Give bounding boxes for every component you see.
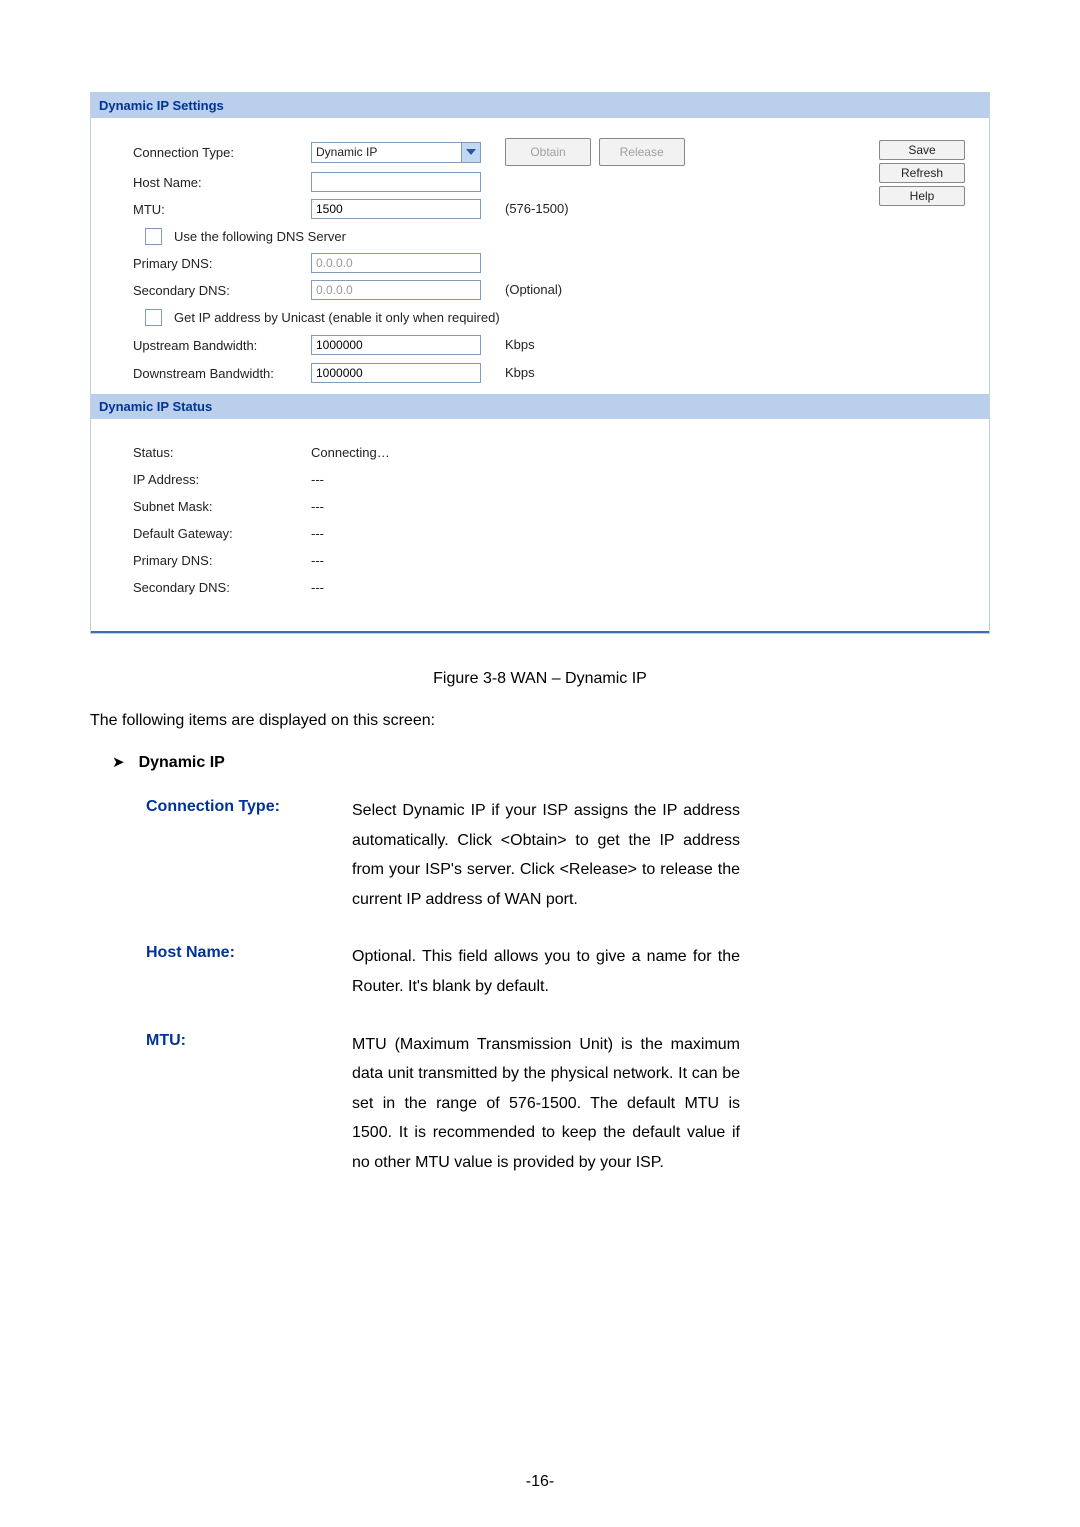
mtu-label: MTU: — [133, 202, 311, 217]
sdns-value: --- — [311, 580, 324, 595]
downstream-bw-unit: Kbps — [505, 362, 535, 384]
use-dns-checkbox[interactable] — [145, 228, 162, 245]
ip-label: IP Address: — [133, 472, 311, 487]
settings-header: Dynamic IP Settings — [91, 93, 989, 118]
primary-dns-input[interactable] — [311, 253, 481, 273]
secondary-dns-label: Secondary DNS: — [133, 283, 311, 298]
desc-text-0: Select Dynamic IP if your ISP assigns th… — [352, 796, 740, 914]
subnet-value: --- — [311, 499, 324, 514]
obtain-button[interactable]: Obtain — [505, 138, 591, 166]
desc-label-1: Host Name: — [146, 942, 344, 1001]
help-button[interactable]: Help — [879, 186, 965, 206]
status-header: Dynamic IP Status — [91, 394, 989, 419]
sdns-label: Secondary DNS: — [133, 580, 311, 595]
mtu-input[interactable] — [311, 199, 481, 219]
secondary-dns-optional: (Optional) — [505, 279, 562, 301]
pdns-value: --- — [311, 553, 324, 568]
primary-dns-label: Primary DNS: — [133, 256, 311, 271]
connection-type-value: Dynamic IP — [312, 143, 461, 162]
section-title: Dynamic IP — [139, 754, 225, 772]
status-value: Connecting… — [311, 445, 390, 460]
secondary-dns-input[interactable] — [311, 280, 481, 300]
release-button[interactable]: Release — [599, 138, 685, 166]
host-name-label: Host Name: — [133, 175, 311, 190]
use-dns-label: Use the following DNS Server — [174, 229, 346, 244]
intro-text: The following items are displayed on thi… — [90, 712, 990, 730]
figure-caption: Figure 3-8 WAN – Dynamic IP — [90, 670, 990, 688]
settings-panel: Dynamic IP Settings Save Refresh Help Co… — [90, 92, 990, 634]
ip-value: --- — [311, 472, 324, 487]
chevron-down-icon — [461, 143, 480, 162]
desc-text-2: MTU (Maximum Transmission Unit) is the m… — [352, 1030, 740, 1178]
refresh-button[interactable]: Refresh — [879, 163, 965, 183]
connection-type-select[interactable]: Dynamic IP — [311, 142, 481, 163]
upstream-bw-unit: Kbps — [505, 334, 535, 356]
desc-label-2: MTU: — [146, 1030, 344, 1178]
upstream-bw-input[interactable] — [311, 335, 481, 355]
upstream-bw-label: Upstream Bandwidth: — [133, 338, 311, 353]
pdns-label: Primary DNS: — [133, 553, 311, 568]
save-button[interactable]: Save — [879, 140, 965, 160]
unicast-checkbox[interactable] — [145, 309, 162, 326]
downstream-bw-label: Downstream Bandwidth: — [133, 366, 311, 381]
status-label: Status: — [133, 445, 311, 460]
subnet-label: Subnet Mask: — [133, 499, 311, 514]
unicast-label: Get IP address by Unicast (enable it onl… — [174, 310, 500, 325]
mtu-range: (576-1500) — [505, 198, 569, 220]
page-number: -16- — [0, 1473, 1080, 1491]
downstream-bw-input[interactable] — [311, 363, 481, 383]
bullet-arrow-icon: ➤ — [112, 753, 125, 771]
gateway-value: --- — [311, 526, 324, 541]
host-name-input[interactable] — [311, 172, 481, 192]
desc-text-1: Optional. This field allows you to give … — [352, 942, 740, 1001]
desc-label-0: Connection Type: — [146, 796, 344, 914]
gateway-label: Default Gateway: — [133, 526, 311, 541]
connection-type-label: Connection Type: — [133, 145, 311, 160]
